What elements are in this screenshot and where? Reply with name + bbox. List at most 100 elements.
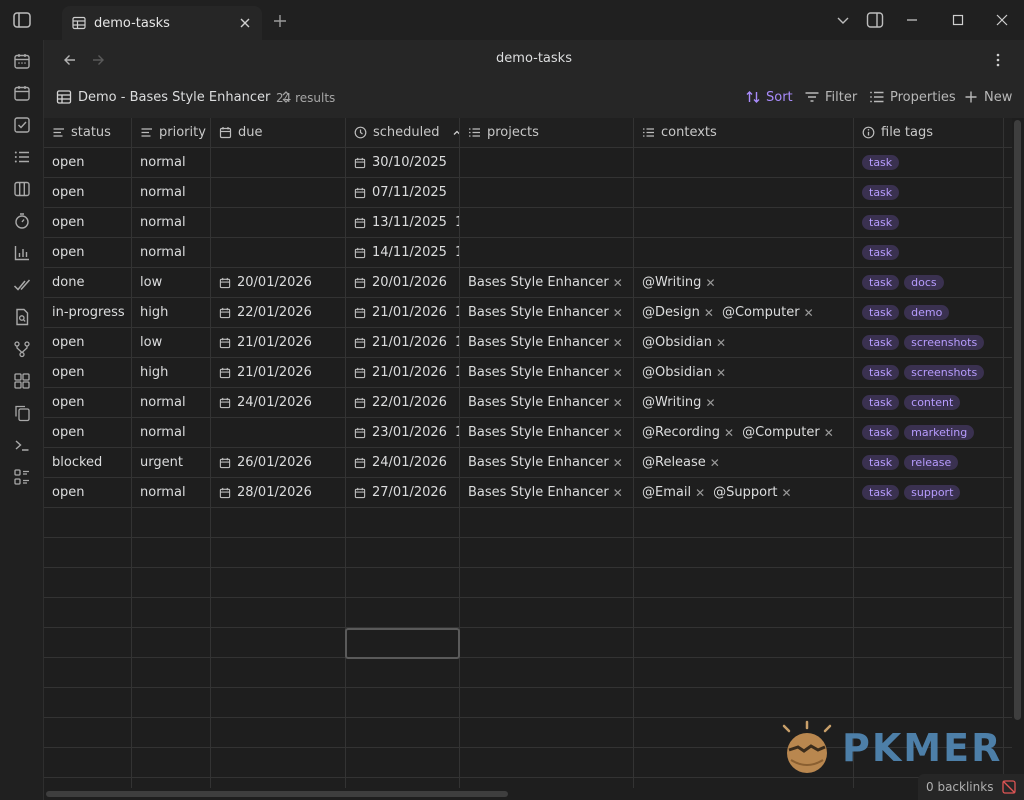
status-cell[interactable]: open	[44, 328, 132, 358]
timer-icon[interactable]	[13, 212, 31, 230]
column-header-priority[interactable]: priority	[132, 118, 211, 148]
tag-pill[interactable]: release	[904, 455, 959, 470]
projects-cell[interactable]	[460, 148, 634, 178]
file-tags-cell[interactable]: task screenshots	[854, 358, 1004, 388]
empty-cell[interactable]	[460, 538, 634, 568]
empty-cell[interactable]	[1004, 598, 1012, 628]
contexts-cell[interactable]	[634, 208, 854, 238]
due-cell[interactable]: 26/01/2026	[211, 448, 346, 478]
empty-cell[interactable]	[854, 538, 1004, 568]
empty-cell[interactable]	[854, 568, 1004, 598]
tag-pill[interactable]: task	[862, 185, 900, 200]
columns-icon[interactable]	[13, 180, 31, 198]
file-tags-cell[interactable]: task marketing	[854, 418, 1004, 448]
empty-cell[interactable]	[1004, 628, 1012, 658]
overflow-cell[interactable]	[1004, 268, 1012, 298]
project-chip[interactable]: Bases Style Enhancer ✕	[468, 425, 623, 440]
projects-cell[interactable]: Bases Style Enhancer ✕	[460, 388, 634, 418]
scheduled-cell[interactable]: 21/01/20261	[346, 328, 460, 358]
empty-cell[interactable]	[634, 628, 854, 658]
context-chip[interactable]: @Obsidian ✕	[642, 335, 726, 350]
empty-cell[interactable]	[132, 508, 211, 538]
overflow-cell[interactable]	[1004, 238, 1012, 268]
tag-pill[interactable]: task	[862, 155, 900, 170]
remove-icon[interactable]: ✕	[804, 306, 814, 320]
empty-cell[interactable]	[460, 658, 634, 688]
projects-cell[interactable]: Bases Style Enhancer ✕	[460, 268, 634, 298]
priority-cell[interactable]: normal	[132, 148, 211, 178]
remove-icon[interactable]: ✕	[613, 426, 623, 440]
empty-cell[interactable]	[211, 688, 346, 718]
empty-cell[interactable]	[460, 688, 634, 718]
empty-cell[interactable]	[44, 688, 132, 718]
contexts-cell[interactable]: @Release ✕	[634, 448, 854, 478]
empty-cell[interactable]	[634, 778, 854, 788]
file-tags-cell[interactable]: task screenshots	[854, 328, 1004, 358]
overflow-cell[interactable]	[1004, 298, 1012, 328]
remove-icon[interactable]: ✕	[705, 396, 715, 410]
status-cell[interactable]: open	[44, 418, 132, 448]
calendar-blank-icon[interactable]	[13, 84, 31, 102]
priority-cell[interactable]: normal	[132, 388, 211, 418]
scheduled-cell[interactable]: 07/11/2025	[346, 178, 460, 208]
status-cell[interactable]: open	[44, 178, 132, 208]
due-cell[interactable]: 21/01/2026	[211, 328, 346, 358]
dashboard-icon[interactable]	[13, 372, 31, 390]
due-cell[interactable]: 28/01/2026	[211, 478, 346, 508]
overflow-cell[interactable]	[1004, 418, 1012, 448]
empty-cell[interactable]	[132, 628, 211, 658]
due-cell[interactable]	[211, 238, 346, 268]
remove-icon[interactable]: ✕	[710, 456, 720, 470]
empty-cell[interactable]	[460, 778, 634, 788]
scheduled-cell[interactable]: 23/01/20261	[346, 418, 460, 448]
empty-cell[interactable]	[346, 748, 460, 778]
column-header-overflow[interactable]: ⋮	[1004, 118, 1012, 148]
calendar-icon[interactable]	[13, 52, 31, 70]
scheduled-cell[interactable]: 13/11/20251	[346, 208, 460, 238]
priority-cell[interactable]: normal	[132, 238, 211, 268]
empty-cell[interactable]	[634, 658, 854, 688]
empty-cell[interactable]	[132, 748, 211, 778]
empty-cell[interactable]	[44, 598, 132, 628]
checkbox-icon[interactable]	[13, 116, 31, 134]
empty-cell[interactable]	[634, 538, 854, 568]
empty-cell[interactable]	[211, 538, 346, 568]
projects-cell[interactable]	[460, 238, 634, 268]
overflow-cell[interactable]	[1004, 478, 1012, 508]
empty-cell[interactable]	[1004, 658, 1012, 688]
due-cell[interactable]	[211, 178, 346, 208]
due-cell[interactable]: 21/01/2026	[211, 358, 346, 388]
empty-cell[interactable]	[1004, 688, 1012, 718]
chevron-down-icon[interactable]	[835, 12, 851, 28]
status-cell[interactable]: open	[44, 358, 132, 388]
tag-pill[interactable]: marketing	[904, 425, 975, 440]
empty-cell[interactable]	[460, 748, 634, 778]
contexts-cell[interactable]: @Writing ✕	[634, 268, 854, 298]
empty-cell[interactable]	[854, 688, 1004, 718]
tag-pill[interactable]: support	[904, 485, 961, 500]
projects-cell[interactable]: Bases Style Enhancer ✕	[460, 298, 634, 328]
overflow-cell[interactable]	[1004, 388, 1012, 418]
context-chip[interactable]: @Release ✕	[642, 455, 720, 470]
projects-cell[interactable]	[460, 178, 634, 208]
empty-cell[interactable]	[132, 658, 211, 688]
column-header-due[interactable]: due	[211, 118, 346, 148]
sort-button[interactable]: Sort	[745, 89, 793, 105]
empty-cell[interactable]	[346, 568, 460, 598]
empty-cell[interactable]	[346, 598, 460, 628]
tag-pill[interactable]: task	[862, 485, 900, 500]
context-chip[interactable]: @Computer ✕	[722, 305, 814, 320]
priority-cell[interactable]: low	[132, 268, 211, 298]
contexts-cell[interactable]: @Email ✕ @Support ✕	[634, 478, 854, 508]
priority-cell[interactable]: normal	[132, 208, 211, 238]
empty-cell[interactable]	[132, 688, 211, 718]
empty-cell[interactable]	[854, 628, 1004, 658]
overflow-cell[interactable]: I	[1004, 358, 1012, 388]
empty-cell[interactable]	[854, 658, 1004, 688]
contexts-cell[interactable]	[634, 178, 854, 208]
empty-cell[interactable]	[634, 598, 854, 628]
tag-pill[interactable]: task	[862, 395, 900, 410]
due-cell[interactable]: 22/01/2026	[211, 298, 346, 328]
filter-button[interactable]: Filter	[804, 89, 857, 105]
project-chip[interactable]: Bases Style Enhancer ✕	[468, 395, 623, 410]
